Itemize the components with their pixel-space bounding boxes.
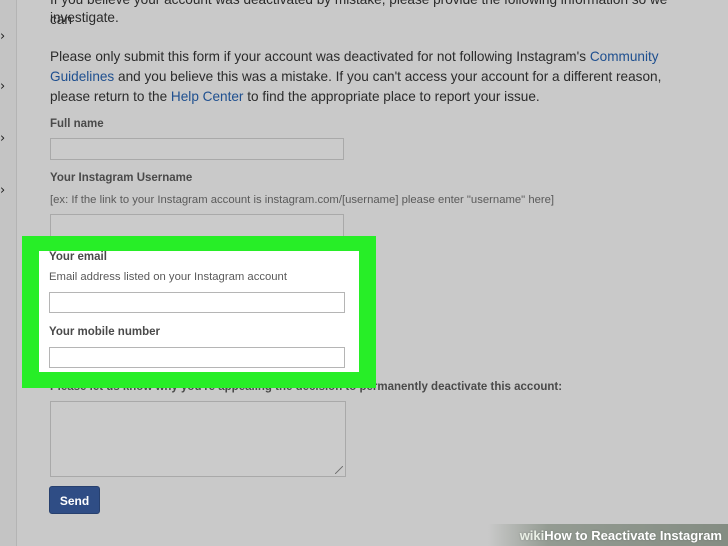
resize-handle-icon[interactable] bbox=[335, 466, 343, 474]
watermark-wiki: wiki bbox=[519, 528, 545, 543]
full-name-label: Full name bbox=[50, 118, 104, 130]
chevron-right-icon[interactable]: › bbox=[0, 80, 14, 94]
mobile-label: Your mobile number bbox=[49, 326, 160, 338]
chevron-right-icon[interactable]: › bbox=[0, 30, 14, 44]
policy-text-3: to find the appropriate place to report … bbox=[243, 89, 540, 104]
help-center-link[interactable]: Help Center bbox=[171, 89, 244, 104]
appeal-textarea[interactable] bbox=[50, 401, 346, 477]
full-name-input[interactable] bbox=[50, 138, 344, 160]
mobile-input[interactable] bbox=[49, 347, 345, 368]
username-label: Your Instagram Username bbox=[50, 172, 193, 184]
intro-line-end: investigate. bbox=[50, 10, 119, 25]
email-input[interactable] bbox=[49, 292, 345, 313]
chevron-right-icon[interactable]: › bbox=[0, 132, 14, 146]
email-hint: Email address listed on your Instagram a… bbox=[49, 271, 287, 283]
send-button[interactable]: Send bbox=[49, 486, 100, 514]
username-hint: [ex: If the link to your Instagram accou… bbox=[50, 194, 555, 206]
watermark-how: How bbox=[544, 528, 572, 543]
policy-paragraph: Please only submit this form if your acc… bbox=[50, 47, 690, 107]
email-label: Your email bbox=[49, 251, 107, 263]
username-input[interactable] bbox=[50, 214, 344, 238]
email-mobile-highlight: Your email Email address listed on your … bbox=[22, 236, 376, 388]
intro-text-end: investigate. bbox=[50, 8, 690, 28]
left-sidebar: › › › › bbox=[0, 0, 17, 546]
chevron-right-icon[interactable]: › bbox=[0, 184, 14, 198]
watermark-rest: to Reactivate Instagram bbox=[571, 528, 722, 543]
highlight-panel: Your email Email address listed on your … bbox=[39, 251, 359, 372]
policy-text-1: Please only submit this form if your acc… bbox=[50, 49, 590, 64]
watermark-text: wikiHow to Reactivate Instagram bbox=[520, 528, 722, 543]
